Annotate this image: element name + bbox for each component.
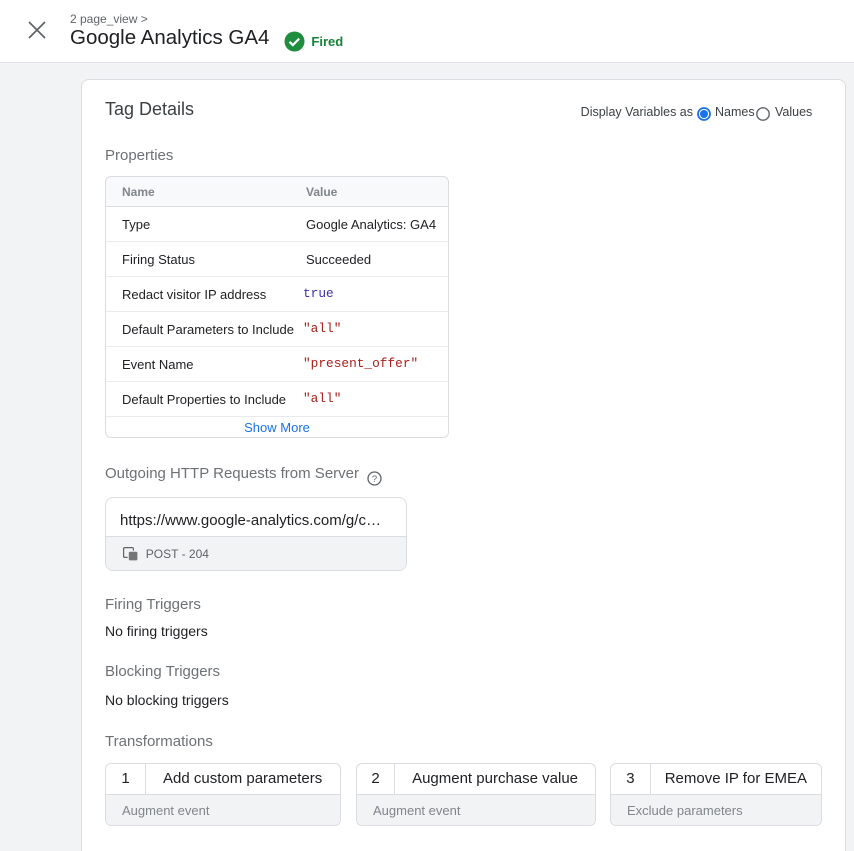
svg-text:?: ? xyxy=(371,474,376,485)
